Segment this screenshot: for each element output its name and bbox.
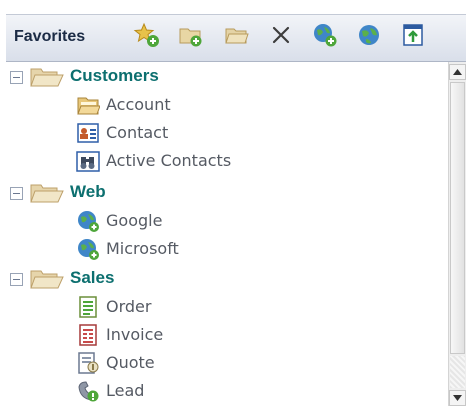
binoculars-icon xyxy=(76,151,100,172)
vertical-scrollbar[interactable] xyxy=(448,62,466,406)
globe-link-icon xyxy=(78,211,99,232)
tree-item-google[interactable]: Google xyxy=(6,208,436,234)
tree-group-sales[interactable]: Sales xyxy=(6,266,436,292)
delete-button[interactable] xyxy=(266,20,296,50)
folder-add-icon xyxy=(179,28,202,47)
scroll-thumb[interactable] xyxy=(450,82,465,354)
tree-item-label: Quote xyxy=(106,353,155,372)
tree-item-lead[interactable]: Lead xyxy=(6,378,436,404)
add-web-link-button[interactable] xyxy=(310,20,340,50)
order-document-icon xyxy=(79,296,97,318)
tree-item-label: Invoice xyxy=(106,325,164,344)
favorites-tree: Customers Account Contact Active Contact… xyxy=(6,62,442,406)
collapse-toggle[interactable] xyxy=(10,187,23,200)
contact-card-icon xyxy=(77,123,99,143)
tree-item-label: Account xyxy=(106,95,171,114)
globe-icon xyxy=(359,25,379,45)
tree-item-contact[interactable]: Contact xyxy=(6,120,436,146)
tree-item-label: Lead xyxy=(106,381,145,400)
tree-group-customers[interactable]: Customers xyxy=(6,64,436,90)
scroll-down-button[interactable] xyxy=(449,390,466,406)
tree-item-invoice[interactable]: Invoice xyxy=(6,322,436,348)
window-arrow-icon xyxy=(403,24,423,46)
close-icon xyxy=(272,26,290,44)
invoice-document-icon xyxy=(79,324,97,346)
arrow-down-icon xyxy=(453,395,462,401)
tree-item-label: Google xyxy=(106,211,163,230)
quote-document-icon xyxy=(78,352,99,374)
tree-item-label: Active Contacts xyxy=(106,151,232,170)
tree-item-order[interactable]: Order xyxy=(6,294,436,320)
collapse-toggle[interactable] xyxy=(10,273,23,286)
globe-link-icon xyxy=(78,239,99,260)
tree-item-label: Order xyxy=(106,297,152,316)
lead-phone-icon xyxy=(78,381,99,402)
tree-item-active-contacts[interactable]: Active Contacts xyxy=(6,148,436,174)
tree-item-account[interactable]: Account xyxy=(6,92,436,118)
tree-group-label: Web xyxy=(70,182,106,201)
tree-item-label: Contact xyxy=(106,123,169,142)
folder-open-icon xyxy=(30,184,64,203)
tree-item-label: Microsoft xyxy=(106,239,179,258)
arrow-up-icon xyxy=(453,69,462,75)
tree-item-microsoft[interactable]: Microsoft xyxy=(6,236,436,262)
open-folder-button[interactable] xyxy=(222,20,252,50)
scroll-up-button[interactable] xyxy=(449,64,466,80)
web-button[interactable] xyxy=(354,20,384,50)
collapse-toggle[interactable] xyxy=(10,71,23,84)
add-folder-button[interactable] xyxy=(176,20,206,50)
scroll-track[interactable] xyxy=(450,356,465,388)
folder-open-icon xyxy=(225,28,249,44)
export-button[interactable] xyxy=(398,20,428,50)
star-add-icon xyxy=(133,22,159,47)
folder-open-icon xyxy=(30,270,64,289)
globe-add-icon xyxy=(314,24,337,47)
tree-item-quote[interactable]: Quote xyxy=(6,350,436,376)
folder-open-icon xyxy=(30,68,64,87)
tree-group-label: Sales xyxy=(70,268,115,287)
account-folder-icon xyxy=(77,97,100,115)
tree-group-label: Customers xyxy=(70,66,159,85)
tree-group-web[interactable]: Web xyxy=(6,180,436,206)
favorites-panel: Favorites Customers Account Contact Acti… xyxy=(0,0,466,406)
favorites-toolbar: Favorites xyxy=(0,0,466,62)
add-favorite-button[interactable] xyxy=(132,20,162,50)
panel-title: Favorites xyxy=(14,28,86,45)
